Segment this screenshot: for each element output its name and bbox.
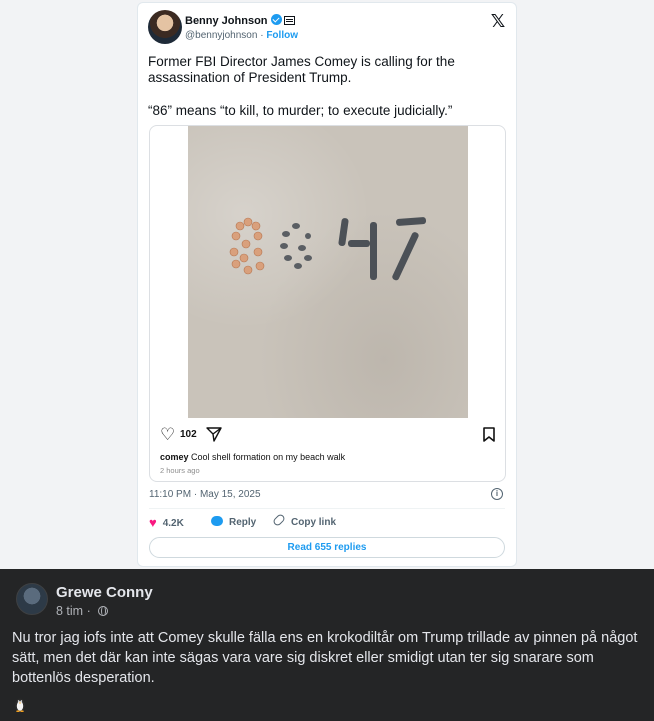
caption-username[interactable]: comey <box>160 452 189 462</box>
heart-outline-icon[interactable]: ♡ <box>160 426 175 443</box>
instagram-caption: comey Cool shell formation on my beach w… <box>160 452 346 462</box>
tweet-author-avatar[interactable] <box>148 10 182 44</box>
instagram-like-count: 102 <box>180 429 197 440</box>
penguin-icon <box>15 698 25 712</box>
facebook-post: Grewe Conny 8 tim · Nu tror jag iofs int… <box>0 569 654 721</box>
post-time[interactable]: 8 tim <box>56 604 83 618</box>
info-icon[interactable]: i <box>491 488 503 500</box>
shell-numbers-image <box>229 217 427 281</box>
copy-link-button[interactable]: Copy link <box>271 512 336 530</box>
organization-badge-icon <box>283 16 295 25</box>
avatar[interactable] <box>16 583 48 615</box>
x-logo-icon[interactable]: 𝕏 <box>490 12 506 30</box>
instagram-time: 2 hours ago <box>160 466 200 475</box>
divider <box>149 508 505 509</box>
tweet-timestamp[interactable]: 11:10 PM · May 15, 2025 <box>149 489 261 500</box>
read-replies-button[interactable]: Read 655 replies <box>149 537 505 558</box>
tweet-header: Benny Johnson @bennyjohnson · Follow 𝕏 <box>148 10 508 44</box>
beach-photo <box>188 126 468 418</box>
tweet-text-quote: “86” means “to kill, to murder; to execu… <box>148 103 453 118</box>
tweet-text: Former FBI Director James Comey is calli… <box>148 54 455 85</box>
post-meta: 8 tim · <box>56 604 109 618</box>
tweet-author-handle: @bennyjohnson · Follow <box>185 30 298 41</box>
post-attached-image[interactable]: Benny Johnson @bennyjohnson · Follow 𝕏 F… <box>0 0 654 569</box>
instagram-actions: ♡ 102 <box>160 426 495 444</box>
instagram-embed[interactable]: ♡ 102 comey Cool shell formation on my b… <box>149 125 506 482</box>
send-icon[interactable] <box>206 426 222 442</box>
post-body: Nu tror jag iofs inte att Comey skulle f… <box>12 630 638 686</box>
tweet-author-name[interactable]: Benny Johnson <box>185 14 295 27</box>
link-icon <box>271 512 287 528</box>
heart-icon: ♥ <box>149 515 157 530</box>
post-author-name[interactable]: Grewe Conny <box>56 584 153 601</box>
tweet-card[interactable]: Benny Johnson @bennyjohnson · Follow 𝕏 F… <box>137 2 517 567</box>
globe-icon[interactable] <box>98 606 109 616</box>
reply-button[interactable]: Reply <box>211 516 256 530</box>
bookmark-icon[interactable] <box>483 427 495 442</box>
like-button[interactable]: ♥ 4.2K <box>149 516 184 530</box>
reply-bubble-icon <box>211 516 223 526</box>
verified-badge-icon <box>270 14 282 25</box>
follow-link[interactable]: Follow <box>266 30 298 41</box>
tweet-actions: ♥ 4.2K Reply Copy link <box>149 512 504 532</box>
